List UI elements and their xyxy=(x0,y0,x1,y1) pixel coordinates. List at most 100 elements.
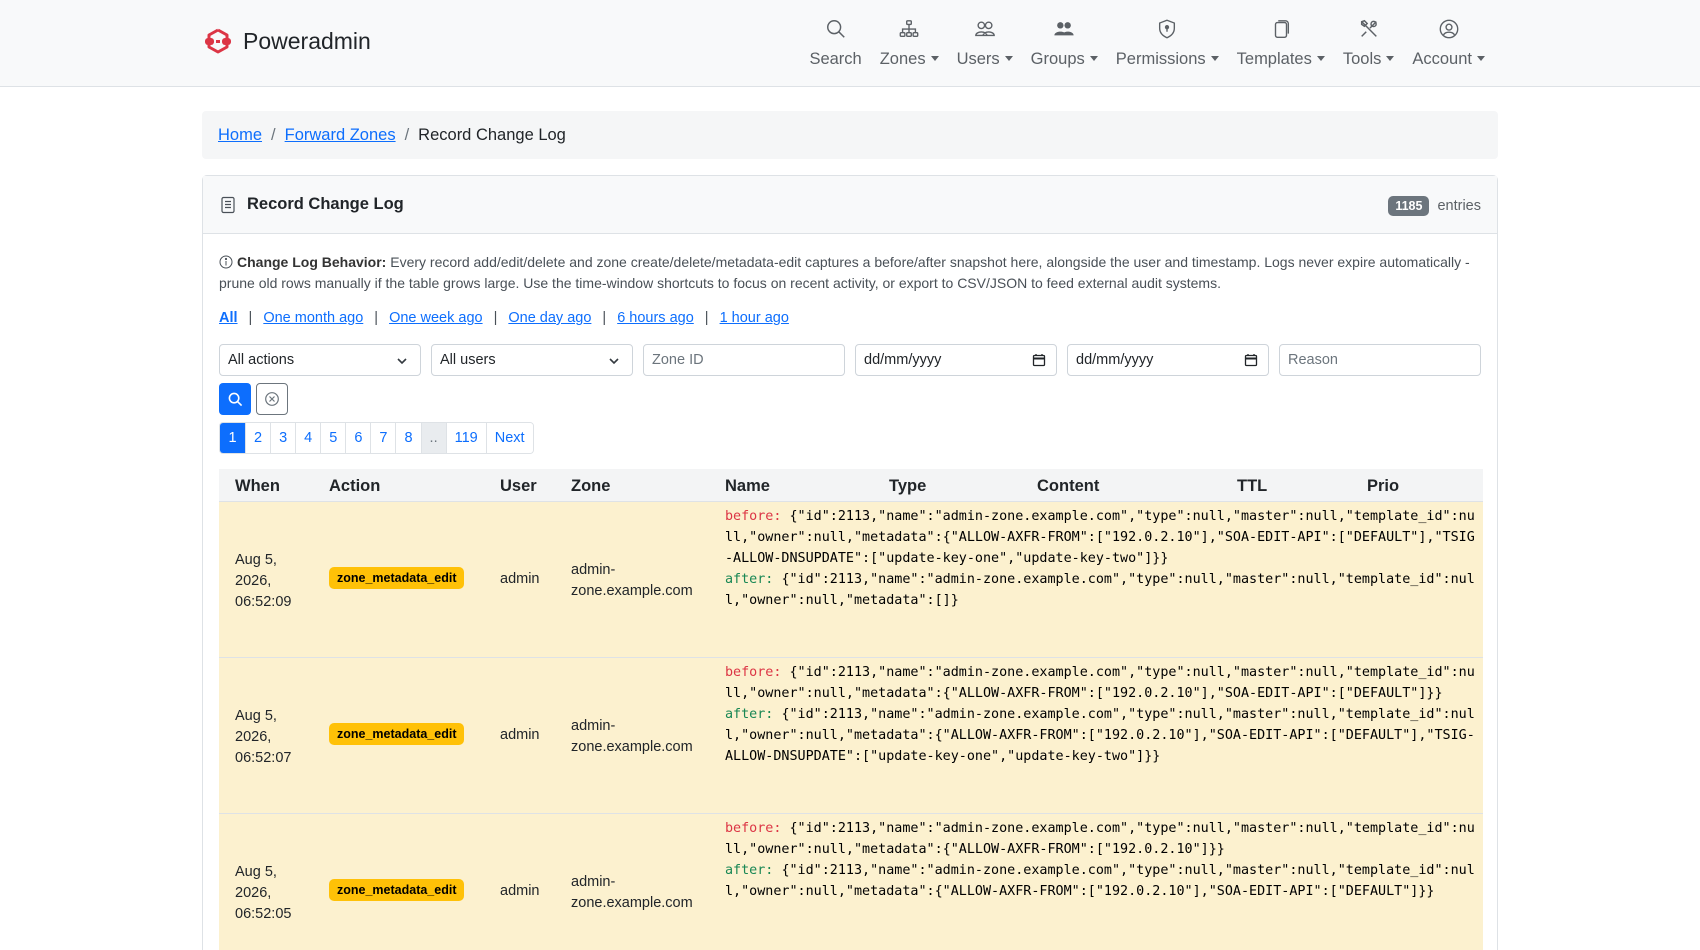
after-label: after: xyxy=(725,572,774,587)
brand-name: Poweradmin xyxy=(243,27,371,54)
nav-account[interactable]: Account xyxy=(1403,16,1494,69)
page-5[interactable]: 5 xyxy=(320,423,346,453)
before-label: before: xyxy=(725,821,782,836)
table-row: Aug 5, 2026, 06:52:05 zone_metadata_edit… xyxy=(219,814,1483,950)
breadcrumb-separator: / xyxy=(271,125,276,144)
page-4[interactable]: 4 xyxy=(295,423,321,453)
top-navbar: Poweradmin Search Zones Users Groups Per… xyxy=(0,0,1700,87)
nav-label: Account xyxy=(1412,50,1485,69)
nav-label: Tools xyxy=(1343,50,1395,69)
after-json: {"id":2113,"name":"admin-zone.example.co… xyxy=(725,863,1475,899)
nav-search[interactable]: Search xyxy=(800,16,870,69)
action-select[interactable]: All actions xyxy=(219,344,421,376)
users-icon xyxy=(974,21,995,37)
user-select[interactable]: All users xyxy=(431,344,633,376)
reason-input[interactable]: Reason xyxy=(1279,344,1481,376)
nav-users[interactable]: Users xyxy=(948,16,1022,69)
nav-label: Zones xyxy=(880,50,939,69)
brand[interactable]: Poweradmin xyxy=(203,26,371,56)
caret-down-icon xyxy=(1089,56,1098,61)
nav-label: Templates xyxy=(1237,50,1325,69)
nav-zones[interactable]: Zones xyxy=(871,16,948,69)
info-icon xyxy=(219,255,233,269)
nav-label: Search xyxy=(809,50,862,68)
time-link-one-day[interactable]: One day ago xyxy=(508,310,591,326)
breadcrumb-home-link[interactable]: Home xyxy=(218,126,262,145)
cell-when: Aug 5, 2026, 06:52:05 xyxy=(235,864,292,922)
time-link-one-hour[interactable]: 1 hour ago xyxy=(720,310,789,326)
cell-zone: admin-zone.example.com xyxy=(571,718,693,755)
close-circle-icon xyxy=(265,392,279,406)
time-link-all[interactable]: All xyxy=(219,310,238,326)
header-zone[interactable]: Zone xyxy=(571,477,610,496)
table-row: Aug 5, 2026, 06:52:07 zone_metadata_edit… xyxy=(219,658,1483,814)
nav-label: Permissions xyxy=(1116,50,1219,69)
card-header: Record Change Log 1185 entries xyxy=(203,176,1497,234)
entries-badge: 1185 xyxy=(1388,196,1430,216)
caret-down-icon xyxy=(1386,56,1395,61)
before-json: {"id":2113,"name":"admin-zone.example.co… xyxy=(725,821,1475,857)
page-3[interactable]: 3 xyxy=(270,423,296,453)
date-from-input[interactable]: dd/mm/yyyy xyxy=(855,344,1057,376)
entries-label: entries xyxy=(1437,198,1481,214)
nav-tools[interactable]: Tools xyxy=(1334,16,1404,69)
page-8[interactable]: 8 xyxy=(395,423,421,453)
page-2[interactable]: 2 xyxy=(245,423,271,453)
time-window-links: All | One month ago | One week ago | One… xyxy=(219,310,789,326)
reset-filters-button[interactable] xyxy=(256,383,288,415)
time-link-one-month[interactable]: One month ago xyxy=(263,310,363,326)
caret-down-icon xyxy=(1004,56,1013,61)
page-last[interactable]: 119 xyxy=(445,423,486,453)
header-user[interactable]: User xyxy=(500,477,537,496)
card-title: Record Change Log xyxy=(247,195,404,213)
cell-when: Aug 5, 2026, 06:52:07 xyxy=(235,708,292,766)
breadcrumb-forward-zones-link[interactable]: Forward Zones xyxy=(285,126,396,145)
page-ellipsis: .. xyxy=(420,423,446,453)
action-badge: zone_metadata_edit xyxy=(329,567,465,589)
nav-templates[interactable]: Templates xyxy=(1228,16,1334,69)
after-json: {"id":2113,"name":"admin-zone.example.co… xyxy=(725,707,1475,764)
breadcrumb-current: Record Change Log xyxy=(418,125,566,144)
document-list-icon xyxy=(221,196,235,213)
nav-permissions[interactable]: Permissions xyxy=(1107,16,1228,69)
header-prio[interactable]: Prio xyxy=(1367,477,1399,496)
pagination: 1 2 3 4 5 6 7 8 .. 119 Next xyxy=(219,422,534,454)
change-log-card: Record Change Log 1185 entries Change Lo… xyxy=(202,175,1498,950)
search-button[interactable] xyxy=(219,383,251,415)
nav-groups[interactable]: Groups xyxy=(1022,16,1107,69)
info-text: Change Log Behavior: Every record add/ed… xyxy=(219,252,1481,294)
header-when[interactable]: When xyxy=(235,477,280,496)
main-nav: Search Zones Users Groups Permissions Te… xyxy=(800,16,1494,69)
cell-user: admin xyxy=(500,571,540,587)
cell-when: Aug 5, 2026, 06:52:09 xyxy=(235,552,292,610)
calendar-icon[interactable] xyxy=(1032,353,1046,367)
cell-diff: before: {"id":2113,"name":"admin-zone.ex… xyxy=(725,818,1477,902)
header-name[interactable]: Name xyxy=(725,477,770,496)
header-type[interactable]: Type xyxy=(889,477,926,496)
zone-id-input[interactable]: Zone ID xyxy=(643,344,845,376)
page-1[interactable]: 1 xyxy=(220,423,245,453)
page-7[interactable]: 7 xyxy=(370,423,396,453)
filter-bar: All actions All users Zone ID dd/mm/yyyy… xyxy=(219,344,1481,376)
cell-diff: before: {"id":2113,"name":"admin-zone.ex… xyxy=(725,506,1477,611)
cell-zone: admin-zone.example.com xyxy=(571,562,693,599)
info-title: Change Log Behavior: xyxy=(237,254,387,270)
date-to-input[interactable]: dd/mm/yyyy xyxy=(1067,344,1269,376)
header-action[interactable]: Action xyxy=(329,477,380,496)
time-link-one-week[interactable]: One week ago xyxy=(389,310,483,326)
page-6[interactable]: 6 xyxy=(345,423,371,453)
cell-diff: before: {"id":2113,"name":"admin-zone.ex… xyxy=(725,662,1477,767)
cell-user: admin xyxy=(500,883,540,899)
header-ttl[interactable]: TTL xyxy=(1237,477,1267,496)
header-content[interactable]: Content xyxy=(1037,477,1099,496)
table-row: Aug 5, 2026, 06:52:09 zone_metadata_edit… xyxy=(219,502,1483,658)
calendar-icon[interactable] xyxy=(1244,353,1258,367)
zones-icon xyxy=(899,20,919,38)
page-next[interactable]: Next xyxy=(485,423,533,453)
templates-icon xyxy=(1274,20,1289,38)
time-link-six-hours[interactable]: 6 hours ago xyxy=(617,310,694,326)
chevron-down-icon xyxy=(397,358,407,365)
before-json: {"id":2113,"name":"admin-zone.example.co… xyxy=(725,665,1475,701)
before-label: before: xyxy=(725,509,782,524)
tools-icon xyxy=(1360,19,1377,37)
